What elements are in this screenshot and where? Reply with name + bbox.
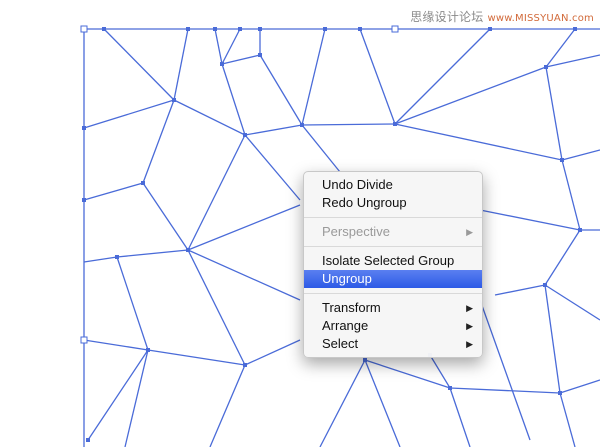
menu-item-label: Perspective [322, 224, 390, 239]
menu-item-label: Undo Divide [322, 177, 393, 192]
menu-item-select[interactable]: Select ▶ [304, 335, 482, 353]
polygon-mesh-artwork[interactable] [0, 0, 600, 447]
bounding-box-handle[interactable] [391, 25, 399, 33]
menu-item-ungroup[interactable]: Ungroup [304, 270, 482, 288]
triangle-right-icon: ▶ [466, 303, 473, 313]
menu-item-arrange[interactable]: Arrange ▶ [304, 317, 482, 335]
menu-item-redo-ungroup[interactable]: Redo Ungroup [304, 194, 482, 212]
menu-item-label: Select [322, 336, 359, 351]
triangle-right-icon: ▶ [466, 227, 473, 237]
menu-separator [304, 246, 482, 247]
context-menu: Undo Divide Redo Ungroup Perspective ▶ Isola… [303, 171, 483, 358]
menu-item-isolate-selected-group[interactable]: Isolate Selected Group [304, 252, 482, 270]
artboard[interactable]: 思缘设计论坛 www.MISSYUAN.com Undo Divide Redo U… [0, 0, 600, 447]
menu-item-undo-divide[interactable]: Undo Divide [304, 176, 482, 194]
menu-item-perspective: Perspective ▶ [304, 223, 482, 241]
menu-item-label: Redo Ungroup [322, 195, 407, 210]
watermark-site-name: 思缘设计论坛 [410, 10, 484, 24]
menu-separator [304, 293, 482, 294]
menu-item-label: Transform [322, 300, 381, 315]
watermark-url: www.MISSYUAN.com [487, 13, 594, 24]
menu-item-label: Ungroup [322, 271, 372, 286]
menu-item-label: Isolate Selected Group [322, 253, 455, 268]
site-watermark: 思缘设计论坛 www.MISSYUAN.com [410, 8, 594, 25]
bounding-box-handle[interactable] [80, 25, 88, 33]
bounding-box-handle[interactable] [80, 336, 88, 344]
triangle-right-icon: ▶ [466, 321, 473, 331]
triangle-right-icon: ▶ [466, 339, 473, 349]
menu-separator [304, 217, 482, 218]
menu-item-label: Arrange [322, 318, 369, 333]
menu-item-transform[interactable]: Transform ▶ [304, 299, 482, 317]
